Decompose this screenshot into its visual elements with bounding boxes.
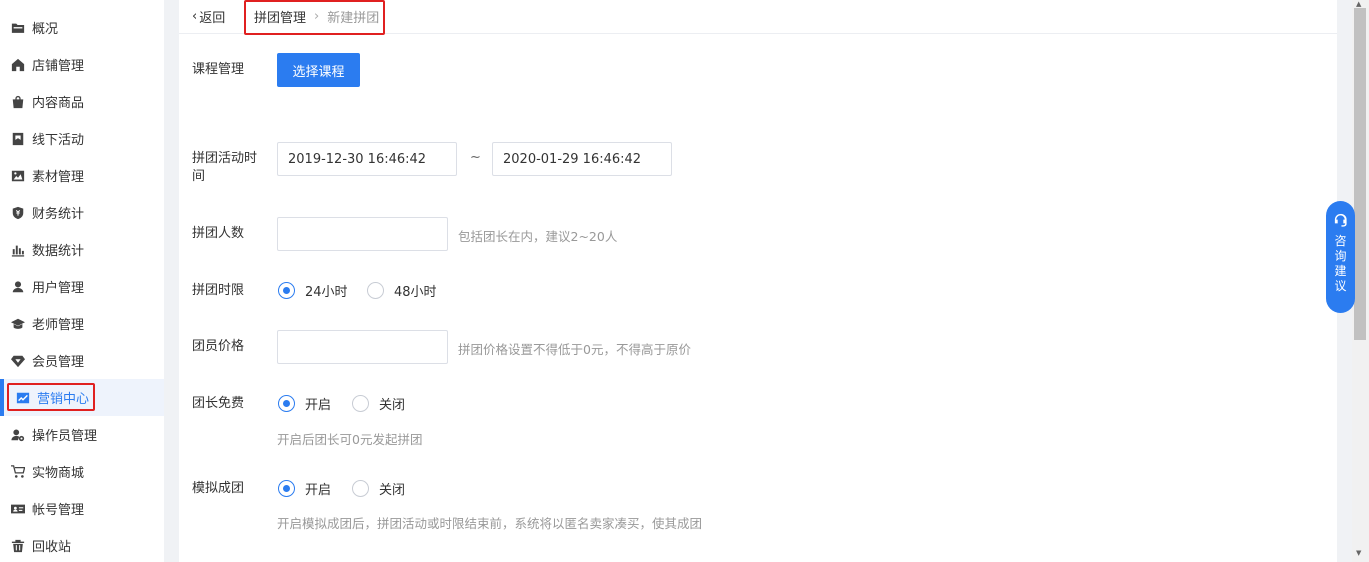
diamond-icon [11,354,25,368]
group-size-input[interactable] [277,217,448,251]
radio-unchecked-icon [352,480,369,497]
radio-checked-icon [278,395,295,412]
trend-chart-icon [16,391,30,405]
leader-free-radio-on[interactable]: 开启 [278,394,331,413]
user-icon [11,280,25,294]
simulated-group-radio-off[interactable]: 关闭 [352,479,405,498]
group-size-hint: 包括团长在内，建议2~20人 [458,229,618,244]
member-price-hint: 拼团价格设置不得低于0元，不得高于原价 [458,342,691,357]
sidebar-item-users[interactable]: 用户管理 [0,268,164,305]
topbar: ‹ 返回 拼团管理 › 新建拼团 [179,0,1337,34]
sidebar-item-store[interactable]: 店铺管理 [0,46,164,83]
user-gear-icon [11,428,25,442]
leader-free-hint: 开启后团长可0元发起拼团 [277,432,423,447]
radio-label: 开启 [305,483,332,498]
radio-unchecked-icon [367,282,384,299]
scrollbar-thumb[interactable] [1354,8,1366,340]
sidebar-item-label: 老师管理 [32,318,85,333]
radio-checked-icon [278,282,295,299]
time-limit-radio-24h[interactable]: 24小时 [278,281,348,300]
breadcrumb-current: 新建拼团 [327,11,380,26]
sidebar-item-label: 营销中心 [37,392,90,407]
bag-icon [11,95,25,109]
main-panel: ‹ 返回 拼团管理 › 新建拼团 课程管理 选择课程 拼团活动时间 ~ 拼团人数… [179,0,1337,562]
sidebar-item-label: 数据统计 [32,244,85,259]
radio-unchecked-icon [352,395,369,412]
breadcrumb: 拼团管理 › 新建拼团 [254,7,379,26]
simulated-group-hint: 开启模拟成团后，拼团活动或时限结束前，系统将以匿名卖家凑买，使其成团 [277,516,703,531]
leader-free-label: 团长免费 [192,396,245,411]
trash-icon [11,539,25,553]
image-icon [11,169,25,183]
sidebar-item-recycle-bin[interactable]: 回收站 [0,527,164,562]
member-price-input[interactable] [277,330,448,364]
activity-time-label: 拼团活动时间 [192,151,258,184]
headset-icon [1334,213,1347,227]
scroll-up-icon[interactable]: ▲ [1356,0,1361,8]
flag-icon [11,132,25,146]
sidebar-item-data[interactable]: 数据统计 [0,231,164,268]
consult-button[interactable]: 咨询建议 [1326,201,1355,313]
home-icon [11,58,25,72]
simulated-group-radio-on[interactable]: 开启 [278,479,331,498]
sidebar-item-accounts[interactable]: 帐号管理 [0,490,164,527]
sidebar-item-teachers[interactable]: 老师管理 [0,305,164,342]
back-button[interactable]: ‹ 返回 [192,7,225,26]
time-range-separator: ~ [470,150,481,165]
end-time-input[interactable] [492,142,672,176]
scroll-down-icon[interactable]: ▼ [1356,549,1361,557]
sidebar-item-content[interactable]: 内容商品 [0,83,164,120]
radio-checked-icon [278,480,295,497]
radio-label: 关闭 [379,398,406,413]
cart-icon [11,464,25,479]
sidebar-item-label: 线下活动 [32,133,85,148]
radio-label: 24小时 [305,285,348,300]
breadcrumb-parent[interactable]: 拼团管理 [254,7,306,26]
simulated-group-label: 模拟成团 [192,481,245,496]
sidebar-item-label: 帐号管理 [32,503,85,518]
sidebar-item-label: 实物商城 [32,466,85,481]
sidebar-item-members[interactable]: 会员管理 [0,342,164,379]
id-card-icon [11,502,25,516]
back-label: 返回 [199,11,226,26]
folder-icon [11,21,25,35]
sidebar-item-finance[interactable]: 财务统计 [0,194,164,231]
leader-free-radio-off[interactable]: 关闭 [352,394,405,413]
start-time-input[interactable] [277,142,457,176]
sidebar-item-operators[interactable]: 操作员管理 [0,416,164,453]
sidebar-item-marketing[interactable]: 营销中心 [0,379,164,416]
group-size-label: 拼团人数 [192,226,245,241]
sidebar-item-overview[interactable]: 概况 [0,9,164,46]
select-course-button[interactable]: 选择课程 [277,53,360,87]
graduation-cap-icon [11,317,25,331]
breadcrumb-separator-icon: › [314,9,320,24]
sidebar-item-label: 素材管理 [32,170,85,185]
member-price-label: 团员价格 [192,339,245,354]
course-label: 课程管理 [192,62,245,77]
sidebar-item-offline[interactable]: 线下活动 [0,120,164,157]
sidebar-item-label: 会员管理 [32,355,85,370]
shield-money-icon [11,206,25,220]
sidebar-item-label: 概况 [32,22,59,37]
time-limit-radio-48h[interactable]: 48小时 [367,281,437,300]
bar-chart-icon [11,243,25,257]
sidebar-item-mall[interactable]: 实物商城 [0,453,164,490]
sidebar-item-label: 用户管理 [32,281,85,296]
time-limit-label: 拼团时限 [192,283,245,298]
radio-label: 关闭 [379,483,406,498]
sidebar-item-label: 回收站 [32,540,72,555]
sidebar-item-label: 店铺管理 [32,59,85,74]
sidebar: 概况 店铺管理 内容商品 线下活动 素材管理 财务统计 数据统计 用户管理 老师… [0,0,164,562]
sidebar-item-label: 内容商品 [32,96,85,111]
sidebar-item-material[interactable]: 素材管理 [0,157,164,194]
consult-label: 咨询建议 [1334,234,1347,293]
sidebar-item-label: 财务统计 [32,207,85,222]
radio-label: 开启 [305,398,332,413]
sidebar-item-label: 操作员管理 [32,429,98,444]
chevron-left-icon: ‹ [192,9,198,24]
radio-label: 48小时 [394,285,437,300]
